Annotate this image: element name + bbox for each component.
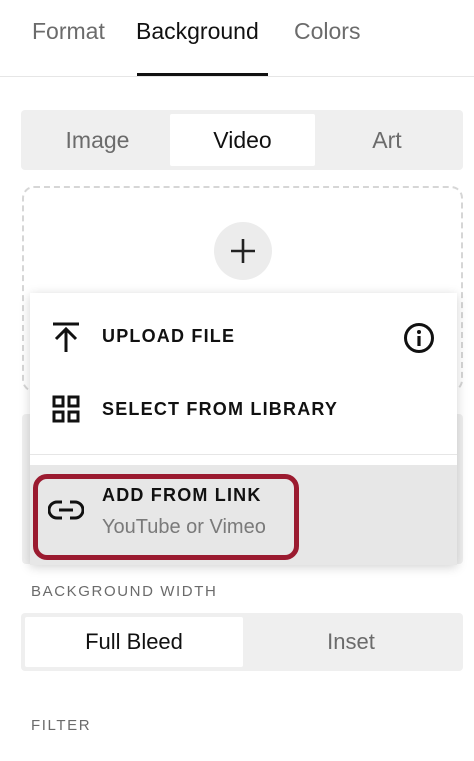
grid-icon <box>52 395 80 423</box>
panel-tabs: Format Background Colors <box>0 0 474 77</box>
add-video-button[interactable] <box>214 222 272 280</box>
media-type-image[interactable]: Image <box>25 114 170 166</box>
media-type-art[interactable]: Art <box>315 114 459 166</box>
tab-colors[interactable]: Colors <box>294 18 360 45</box>
width-option-full-bleed[interactable]: Full Bleed <box>25 617 243 667</box>
add-from-link-highlight <box>33 474 299 560</box>
active-tab-indicator <box>137 73 268 76</box>
background-width-label: BACKGROUND WIDTH <box>31 583 218 600</box>
select-from-library-label: SELECT FROM LIBRARY <box>102 399 339 419</box>
menu-divider <box>30 454 457 455</box>
upload-icon <box>53 322 79 352</box>
filter-label: FILTER <box>31 717 92 734</box>
plus-icon <box>231 239 255 263</box>
width-option-inset[interactable]: Inset <box>243 617 459 667</box>
media-type-video[interactable]: Video <box>170 114 315 166</box>
menu-item-upload-file[interactable]: UPLOAD FILE <box>30 293 457 379</box>
media-type-selector: Image Video Art <box>21 110 463 170</box>
menu-item-select-from-library[interactable]: SELECT FROM LIBRARY <box>30 379 457 455</box>
tab-background[interactable]: Background <box>136 18 259 45</box>
upload-file-label: UPLOAD FILE <box>102 326 236 346</box>
info-icon[interactable] <box>403 322 435 354</box>
background-width-selector: Full Bleed Inset <box>21 613 463 671</box>
tab-format[interactable]: Format <box>32 18 105 45</box>
